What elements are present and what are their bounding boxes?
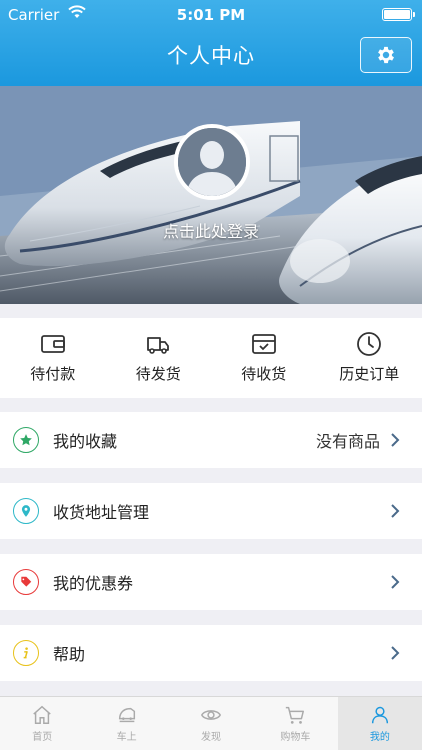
- menu-label: 帮助: [53, 645, 86, 664]
- wallet-icon: [40, 335, 65, 353]
- truck-icon: [147, 337, 170, 354]
- location-pin-icon: [13, 498, 39, 524]
- train-icon: [118, 707, 135, 723]
- menu-label: 我的优惠券: [53, 574, 134, 593]
- tab-label: 发现: [201, 732, 222, 743]
- order-history[interactable]: 历史订单: [317, 318, 422, 398]
- gear-icon: [378, 46, 394, 64]
- user-avatar-icon: [178, 128, 246, 196]
- tab-train[interactable]: 车上: [84, 697, 168, 750]
- menu-label: 收货地址管理: [53, 503, 150, 522]
- page-title: 个人中心: [167, 44, 255, 68]
- status-bar: Carrier 5:01 PM: [0, 0, 422, 30]
- battery-icon: [382, 8, 415, 21]
- order-label: 待发货: [135, 365, 181, 383]
- person-icon: [371, 706, 388, 724]
- menu-row-favorites[interactable]: 我的收藏 没有商品: [0, 412, 422, 468]
- tab-cart[interactable]: 购物车: [253, 697, 337, 750]
- info-icon: [13, 640, 39, 666]
- settings-button[interactable]: [360, 37, 412, 73]
- inbox-icon: [251, 334, 276, 354]
- star-icon: [13, 427, 39, 453]
- profile-banner[interactable]: 点击此处登录: [0, 86, 422, 304]
- order-pending-payment[interactable]: 待付款: [0, 318, 106, 398]
- order-pending-shipment[interactable]: 待发货: [106, 318, 212, 398]
- tab-label: 首页: [32, 732, 53, 743]
- tab-discover[interactable]: 发现: [169, 697, 253, 750]
- menu-row-coupons[interactable]: 我的优惠券: [0, 554, 422, 610]
- tab-home[interactable]: 首页: [0, 697, 84, 750]
- tab-label: 我的: [369, 732, 390, 743]
- chevron-right-icon: [391, 433, 400, 447]
- menu-row-address[interactable]: 收货地址管理: [0, 483, 422, 539]
- tab-label: 车上: [116, 732, 137, 743]
- clock-icon: [357, 332, 382, 356]
- menu-label: 我的收藏: [53, 432, 118, 451]
- eye-icon: [201, 710, 222, 720]
- chevron-right-icon: [391, 646, 400, 660]
- home-icon: [33, 705, 51, 724]
- cart-icon: [286, 706, 305, 724]
- tab-me[interactable]: 我的: [337, 697, 422, 750]
- order-status-bar: 待付款 待发货 待收货 历史订单: [0, 318, 422, 398]
- order-label: 历史订单: [339, 365, 400, 383]
- login-prompt[interactable]: 点击此处登录: [0, 218, 422, 242]
- order-label: 待收货: [241, 365, 287, 383]
- tab-bar: 首页 车上 发现 购物车 我的: [0, 696, 422, 750]
- status-time: 5:01 PM: [176, 6, 246, 24]
- order-label: 待付款: [30, 365, 76, 383]
- menu-row-help[interactable]: 帮助: [0, 625, 422, 681]
- menu-value: 没有商品: [315, 432, 380, 451]
- avatar[interactable]: [174, 124, 250, 200]
- chevron-right-icon: [391, 575, 400, 589]
- app-header: Carrier 5:01 PM 个人中心: [0, 0, 422, 86]
- chevron-right-icon: [391, 504, 400, 518]
- tag-icon: [13, 569, 39, 595]
- tab-label: 购物车: [280, 732, 311, 743]
- order-pending-receipt[interactable]: 待收货: [211, 318, 317, 398]
